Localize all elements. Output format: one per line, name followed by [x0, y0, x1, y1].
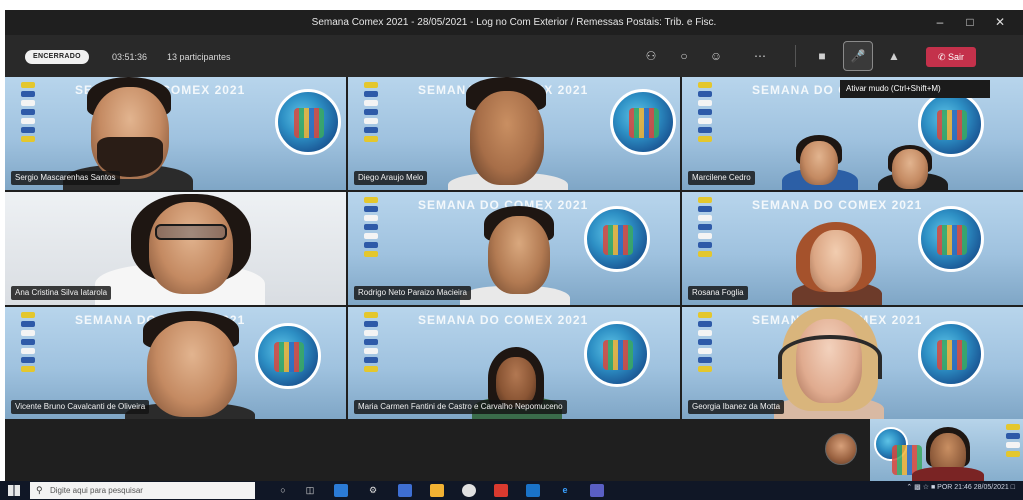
title-bar: Semana Comex 2021 - 28/05/2021 - Log no …: [5, 10, 1023, 35]
teams-icon[interactable]: [590, 484, 604, 497]
event-logo-icon: [918, 206, 984, 272]
participant-name: Maria Carmen Fantini de Castro e Carvalh…: [354, 400, 567, 414]
maximize-button[interactable]: □: [959, 14, 981, 30]
app-icon-1[interactable]: [334, 484, 348, 497]
event-logo-icon: [584, 321, 650, 387]
edge-icon[interactable]: e: [558, 484, 572, 497]
recording-status-badge: ENCERRADO: [25, 50, 89, 64]
participant-name: Ana Cristina Silva Iatarola: [11, 286, 112, 300]
participant-name: Rosana Foglia: [688, 286, 748, 300]
overflow-strip: [5, 419, 1023, 481]
meeting-timer: 03:51:36: [112, 52, 148, 62]
participant-face: [147, 321, 237, 417]
participant-name: Georgia Ibanez da Motta: [688, 400, 785, 414]
phone-icon: ✆: [937, 52, 946, 62]
search-placeholder: Digite aqui para pesquisar: [50, 486, 143, 495]
pdf-icon[interactable]: [494, 484, 508, 497]
cortana-icon[interactable]: ○: [276, 484, 290, 497]
system-tray: ⌃ ▩ ☆ ■ POR 21:46 28/05/2021 □: [906, 483, 1015, 491]
participant-face: [470, 91, 544, 185]
headset-icon: [778, 335, 882, 379]
window-title: Semana Comex 2021 - 28/05/2021 - Log no …: [311, 17, 717, 28]
file-explorer-icon[interactable]: [430, 484, 444, 497]
minimize-button[interactable]: –: [929, 14, 951, 30]
event-logo-icon: [275, 89, 341, 155]
mic-button[interactable]: 🎤: [843, 41, 873, 71]
leave-label: Sair: [948, 52, 965, 62]
participants-icon[interactable]: ⚇: [642, 48, 660, 64]
settings-icon[interactable]: ⚙: [366, 484, 380, 497]
mic-icon: 🎤: [850, 49, 866, 63]
search-icon: ⚲: [36, 485, 43, 495]
video-tile[interactable]: Ana Cristina Silva Iatarola: [5, 192, 346, 305]
participant-body: [912, 467, 984, 481]
participant-count: 13 participantes: [167, 52, 231, 62]
self-view[interactable]: [870, 419, 1023, 481]
app-icon-2[interactable]: [398, 484, 412, 497]
participant-face: [488, 216, 550, 294]
close-button[interactable]: ✕: [989, 14, 1011, 30]
video-tile[interactable]: SEMANA DO COMEX 2021 Rosana Foglia: [682, 192, 1023, 305]
event-logo-icon: [918, 91, 984, 157]
mail-icon[interactable]: [526, 484, 540, 497]
camera-icon[interactable]: ■: [813, 48, 831, 64]
event-logo-icon: [874, 427, 922, 475]
video-tile[interactable]: SEMANA DO COMEX 2021 Diego Araujo Melo: [348, 77, 680, 190]
toolbar-divider: [795, 45, 796, 67]
participant-name: Rodrigo Neto Paraizo Macieira: [354, 286, 471, 300]
video-tile[interactable]: SEMANA DO COMEX 2021 Georgia Ibanez da M…: [682, 307, 1023, 419]
participant-face: [149, 202, 233, 294]
participant-face: [800, 141, 838, 185]
event-logo-icon: [610, 89, 676, 155]
event-logo-icon: [918, 321, 984, 387]
avatar[interactable]: [825, 433, 857, 465]
video-tile[interactable]: SEMANA DO COMEX 2021 Vicente Bruno Caval…: [5, 307, 346, 419]
sponsor-logos: [1006, 421, 1022, 481]
participant-name: Diego Araujo Melo: [354, 171, 428, 185]
notification-icon[interactable]: □: [1011, 484, 1015, 491]
leave-button[interactable]: ✆ Sair: [926, 47, 976, 67]
more-icon[interactable]: ⋯: [751, 48, 769, 64]
share-icon[interactable]: ▲: [885, 48, 903, 64]
clock-time[interactable]: 21:46: [954, 484, 972, 491]
participant-face: [810, 230, 862, 292]
meeting-toolbar: ENCERRADO 03:51:36 13 participantes ⚇ ○ …: [5, 35, 1023, 77]
video-tile[interactable]: SEMANA DO COMEX 2021 Maria Carmen Fantin…: [348, 307, 680, 419]
video-tile[interactable]: SEMANA DO COMEX 2021 Rodrigo Neto Paraiz…: [348, 192, 680, 305]
participant-face: [892, 149, 928, 189]
taskbar-search-input[interactable]: ⚲ Digite aqui para pesquisar: [30, 482, 255, 499]
tray-icons[interactable]: ⌃ ▩ ☆ ■: [906, 484, 935, 491]
event-banner: SEMANA DO COMEX 2021: [752, 198, 923, 212]
clock-date[interactable]: 28/05/2021: [974, 484, 1009, 491]
event-logo-icon: [584, 206, 650, 272]
participant-name: Sergio Mascarenhas Santos: [11, 171, 120, 185]
reactions-icon[interactable]: ☺: [707, 48, 725, 64]
task-view-icon[interactable]: ◫: [303, 484, 317, 497]
windows-taskbar: ⚲ Digite aqui para pesquisar ○ ◫ ⚙ e ⌃ ▩…: [0, 481, 1023, 500]
teams-window: Semana Comex 2021 - 28/05/2021 - Log no …: [0, 0, 1023, 500]
video-grid: SEMANA DO COMEX 2021 Sergio Mascarenhas …: [5, 77, 1023, 419]
windows-start-icon[interactable]: [8, 485, 20, 496]
chat-icon[interactable]: ○: [675, 48, 693, 64]
participant-name: Marcilene Cedro: [688, 171, 755, 185]
participant-name: Vicente Bruno Cavalcanti de Oliveira: [11, 400, 150, 414]
video-tile[interactable]: SEMANA DO COMEX 2021 Sergio Mascarenhas …: [5, 77, 346, 190]
chrome-icon[interactable]: [462, 484, 476, 497]
language-indicator[interactable]: POR: [937, 484, 952, 491]
event-logo-icon: [255, 323, 321, 389]
glasses-icon: [155, 224, 227, 240]
mic-tooltip: Ativar mudo (Ctrl+Shift+M): [840, 80, 990, 98]
